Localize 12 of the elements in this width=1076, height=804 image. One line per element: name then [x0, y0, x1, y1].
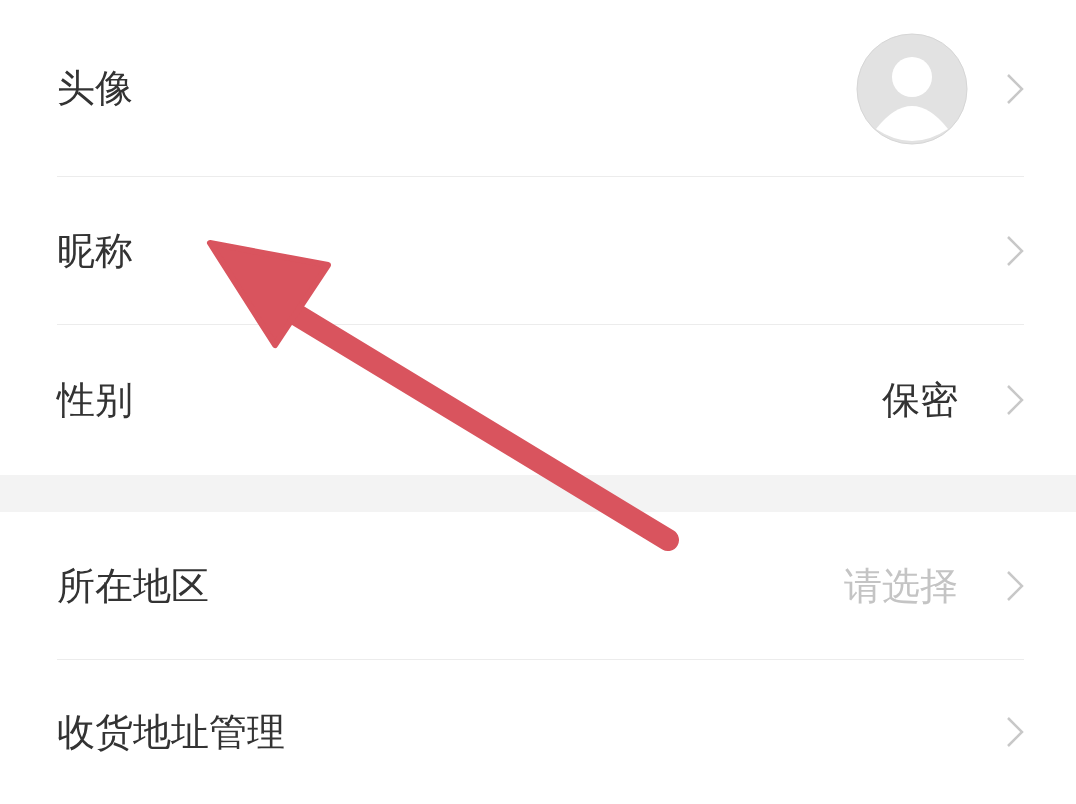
chevron-icon: [1006, 235, 1024, 267]
row-label[interactable]: 收货地址管理: [57, 706, 1006, 758]
row-label[interactable]: 性别: [57, 374, 882, 426]
chevron-icon: [1006, 384, 1024, 416]
chevron-icon: [1006, 716, 1024, 748]
chevron-icon: [1006, 570, 1024, 602]
row-label[interactable]: 头像: [57, 63, 856, 114]
chevron-icon: [1006, 72, 1024, 105]
row-value: 保密: [882, 376, 958, 424]
avatar-icon: [856, 32, 968, 145]
row-label[interactable]: 昵称: [57, 225, 1006, 277]
row-label[interactable]: 所在地区: [57, 560, 844, 612]
